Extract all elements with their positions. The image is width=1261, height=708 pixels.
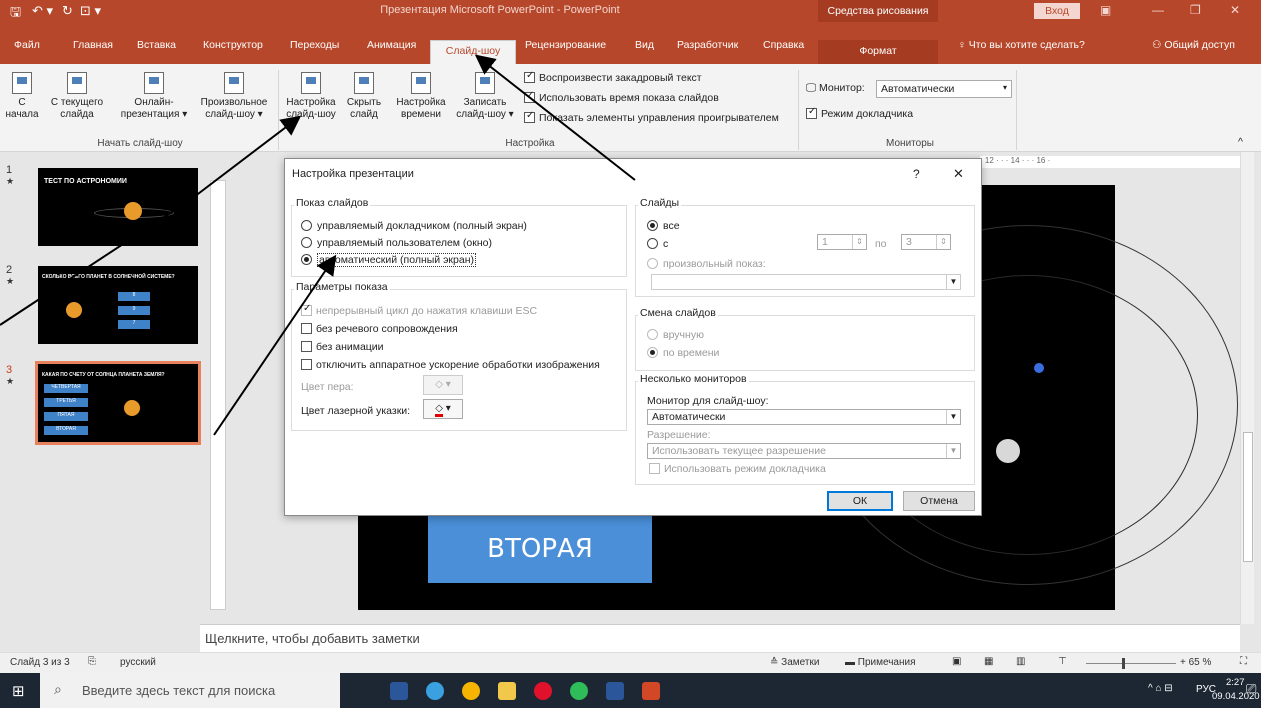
arrow-line [213,254,337,436]
arrow-line [474,54,636,181]
annotation-arrows [0,54,636,436]
arrow-line [189,115,302,201]
arrow-line [0,199,191,326]
